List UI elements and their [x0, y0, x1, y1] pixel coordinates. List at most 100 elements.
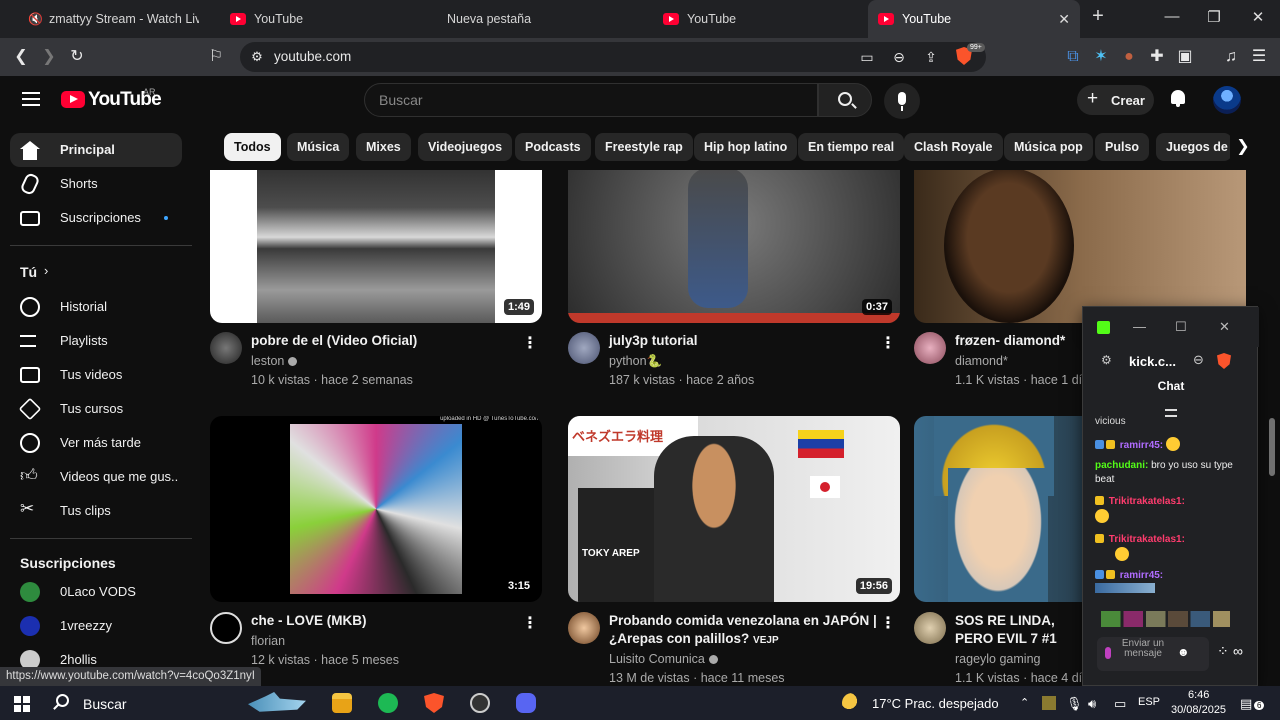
back-arrow-icon[interactable]: ❮ — [10, 46, 32, 68]
sidebar-sub-0laco-vods[interactable]: 0Laco VODS — [10, 575, 182, 609]
chip-en-tiempo-real[interactable]: En tiempo real — [798, 133, 905, 161]
tab-youtube-1[interactable]: YouTube — [230, 0, 430, 38]
clock-time[interactable]: 6:46 — [1188, 689, 1209, 701]
sidebar-item-historial[interactable]: Historial — [10, 290, 182, 324]
forward-arrow-icon[interactable]: ❯ — [38, 46, 60, 68]
sidebar-item-suscripciones[interactable]: Suscripciones — [10, 201, 182, 235]
popup-titlebar[interactable]: — ☐ ✕ — [1083, 307, 1259, 347]
video-thumbnail[interactable]: 1:49 — [210, 170, 542, 323]
video-thumbnail[interactable] — [914, 170, 1246, 323]
chat-username[interactable]: Trikitrakatelas1: — [1109, 534, 1185, 545]
input-language[interactable]: ESP — [1138, 696, 1160, 708]
weather-widget[interactable]: 17°C Prac. despejado — [872, 696, 999, 711]
spotify-icon[interactable] — [378, 693, 398, 713]
extensions-puzzle-icon[interactable]: ✚ — [1146, 46, 1168, 68]
channel-avatar[interactable] — [210, 332, 242, 364]
volume-icon[interactable]: 🔊︎ — [1088, 696, 1096, 712]
cookie-extension-icon[interactable]: ● — [1118, 46, 1140, 68]
search-input[interactable]: Buscar — [364, 83, 818, 117]
settings-dots-icon[interactable]: ⁘ — [1217, 643, 1229, 660]
share-icon[interactable]: ⇪ — [920, 46, 942, 68]
infinity-icon[interactable]: ∞ — [1233, 643, 1243, 659]
video-title[interactable]: july3p tutorial — [609, 332, 879, 350]
restore-window-button[interactable]: ❐ — [1204, 8, 1224, 26]
mic-icon[interactable] — [1105, 647, 1111, 659]
popup-minimize-button[interactable]: — — [1133, 319, 1146, 334]
voice-search-mic-icon[interactable] — [884, 83, 920, 119]
emote-picker-icon[interactable]: ☻ — [1177, 645, 1190, 659]
tab-close-icon[interactable]: ✕ — [1058, 11, 1070, 28]
obs-icon[interactable] — [470, 693, 490, 713]
tray-chevron-icon[interactable]: ⌃ — [1020, 696, 1029, 709]
bookmark-icon[interactable]: ⚐ — [205, 46, 227, 68]
video-channel[interactable]: python🐍 — [609, 354, 662, 369]
sidebar-item-ver-mas-tarde[interactable]: Ver más tarde — [10, 426, 182, 460]
tab-new-tab[interactable]: Nueva pestaña — [447, 0, 647, 38]
account-avatar[interactable] — [1213, 86, 1241, 114]
channel-avatar[interactable] — [914, 332, 946, 364]
video-channel[interactable]: florian — [251, 634, 285, 648]
more-options-icon[interactable]: ⋮ — [522, 333, 538, 353]
channel-avatar[interactable] — [914, 612, 946, 644]
video-card[interactable]: ベネズエラ料理 TOKY AREP 19:56 Probando comida … — [568, 416, 900, 686]
video-title[interactable]: Probando comida venezolana en JAPÓN | ¿A… — [609, 612, 879, 650]
network-icon[interactable]: ▭ — [1114, 696, 1126, 712]
youtube-logo-icon[interactable] — [61, 91, 85, 108]
chip-juegos[interactable]: Juegos de a — [1156, 133, 1232, 161]
video-title[interactable]: pobre de el (Video Oficial) — [251, 332, 521, 350]
brave-shields-icon[interactable] — [1217, 353, 1231, 369]
sidebar-item-tus-videos[interactable]: Tus videos — [10, 358, 182, 392]
video-channel[interactable]: Luisito Comunica — [609, 652, 718, 666]
sidebar-item-principal[interactable]: Principal — [10, 133, 182, 167]
chat-username[interactable]: pachudani: — [1095, 460, 1148, 471]
sidebar-item-tus-clips[interactable]: ✂ Tus clips — [10, 494, 182, 528]
search-button[interactable] — [818, 83, 872, 117]
video-channel[interactable]: leston — [251, 354, 298, 368]
tab-kick-stream[interactable]: 🔇 zmattyy Stream - Watch Live o — [8, 0, 1102, 331]
channel-avatar[interactable] — [568, 332, 600, 364]
video-thumbnail[interactable]: ベネズエラ料理 TOKY AREP 19:56 — [568, 416, 900, 602]
channel-avatar[interactable] — [210, 612, 242, 644]
emote-bar[interactable] — [1101, 611, 1241, 627]
zoom-out-icon[interactable]: ⊖ — [888, 46, 910, 68]
popup-close-button[interactable]: ✕ — [1219, 319, 1230, 335]
browser-menu-icon[interactable]: ☰ — [1248, 46, 1270, 68]
create-button[interactable]: + Crear — [1077, 85, 1154, 115]
tab-youtube-active[interactable]: YouTube ✕ — [868, 0, 1080, 38]
chat-username[interactable]: ramirr45: — [1120, 440, 1163, 451]
sidebar-item-playlists[interactable]: Playlists — [10, 324, 182, 358]
more-options-icon[interactable]: ⋮ — [522, 613, 538, 633]
weather-moon-icon[interactable] — [842, 693, 862, 713]
sidebar-item-liked-videos[interactable]: 👍︎ Videos que me gus... — [10, 460, 182, 494]
video-title[interactable]: SOS RE LINDA, PERO EVIL 7 #1 — [955, 612, 1095, 648]
notification-center-icon[interactable]: ▤ — [1240, 696, 1252, 712]
chip-musica[interactable]: Música — [287, 133, 350, 161]
more-options-icon[interactable]: ⋮ — [880, 333, 896, 353]
chip-musica-pop[interactable]: Música pop — [1004, 133, 1093, 161]
minimize-window-button[interactable]: — — [1162, 8, 1182, 25]
sidebar-section-you[interactable]: Tú › — [10, 256, 182, 290]
sidebar-panel-icon[interactable]: ▣ — [1174, 46, 1196, 68]
taskbar-search-box[interactable]: Buscar — [83, 696, 127, 712]
video-card[interactable]: 0:37 july3p tutorial python🐍 187 k vista… — [568, 170, 900, 400]
address-bar[interactable]: ⚙ youtube.com ▭ ⊖ ⇪ — [240, 42, 986, 72]
video-card[interactable]: 1:49 pobre de el (Video Oficial) leston … — [210, 170, 542, 400]
chevron-right-icon[interactable]: ❯ — [1230, 131, 1256, 163]
muted-speaker-icon[interactable]: 🔇 — [28, 12, 43, 26]
video-thumbnail[interactable]: uploaded in HD @ TunesToTube.com 3:15 — [210, 416, 542, 602]
chip-podcasts[interactable]: Podcasts — [515, 133, 591, 161]
chat-message-input[interactable]: Enviar un mensaje ☻ — [1097, 637, 1209, 671]
new-tab-button[interactable]: + — [1088, 5, 1108, 28]
video-title[interactable]: che - LOVE (MKB) — [251, 612, 521, 630]
hamburger-menu-icon[interactable] — [22, 92, 40, 106]
popup-address-bar[interactable]: ⚙ kick.c... ⊖ — [1091, 349, 1251, 375]
site-settings-icon[interactable]: ⚙ — [246, 46, 268, 68]
chip-freestyle-rap[interactable]: Freestyle rap — [595, 133, 693, 161]
popup-maximize-button[interactable]: ☐ — [1175, 319, 1187, 335]
chip-videojuegos[interactable]: Videojuegos — [418, 133, 513, 161]
sidebar-sub-1vreezzy[interactable]: 1vreezzy — [10, 609, 182, 643]
video-channel[interactable]: rageylo gaming — [955, 652, 1040, 666]
clock-date[interactable]: 30/08/2025 — [1171, 704, 1226, 716]
video-thumbnail[interactable]: 0:37 — [568, 170, 900, 323]
sidebar-item-shorts[interactable]: Shorts — [10, 167, 182, 201]
